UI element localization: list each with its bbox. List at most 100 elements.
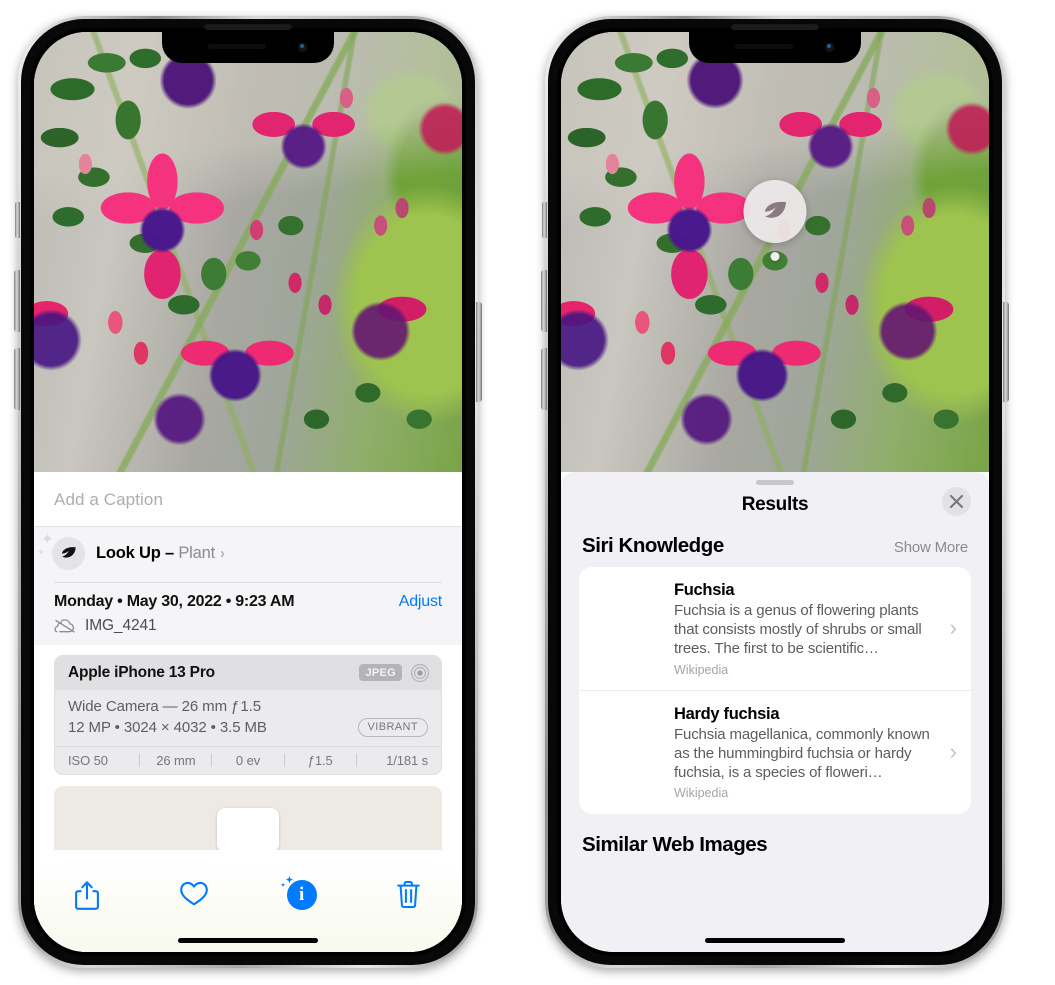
earpiece-icon — [208, 44, 266, 49]
capture-date: Monday • May 30, 2022 • 9:23 AM — [54, 592, 295, 610]
favorite-button[interactable] — [171, 880, 217, 907]
show-more-button[interactable]: Show More — [894, 539, 968, 556]
result-source: Wikipedia — [674, 786, 729, 801]
home-indicator[interactable] — [178, 938, 318, 943]
share-icon — [75, 881, 99, 910]
look-up-label: Look Up – Plant › — [96, 544, 225, 563]
look-up-dash: – — [160, 544, 179, 562]
phone-bezel: Add a Caption ✦ ✦ Look Up – Plant › Mond… — [21, 19, 475, 965]
photo-viewer[interactable] — [34, 32, 462, 472]
location-map[interactable] — [54, 785, 442, 850]
volume-up-button[interactable] — [14, 270, 20, 332]
exif-ev: 0 ev — [235, 752, 261, 768]
leaf-icon — [764, 201, 786, 218]
result-source: Wikipedia — [674, 662, 729, 677]
exif-header: Apple iPhone 13 Pro JPEG — [55, 655, 441, 690]
chevron-right-icon: › — [949, 615, 957, 641]
earpiece-icon — [735, 44, 793, 49]
web-image-tile[interactable] — [579, 866, 675, 944]
screen-left: Add a Caption ✦ ✦ Look Up – Plant › Mond… — [34, 32, 462, 952]
front-camera-icon — [297, 42, 308, 53]
camera-device: Apple iPhone 13 Pro — [68, 663, 215, 681]
aperture-icon — [410, 663, 430, 682]
divider — [54, 582, 442, 583]
exif-body: Wide Camera — 26 mm ƒ 1.5 12 MP • 3024 ×… — [55, 690, 441, 746]
phone-bezel: Results Siri Knowledge Show More Fuchsia… — [548, 19, 1002, 965]
caption-input[interactable]: Add a Caption — [34, 472, 462, 526]
exif-focal: 26 mm — [156, 752, 196, 768]
list-item[interactable]: Fuchsia Fuchsia is a genus of flowering … — [579, 567, 971, 690]
result-title: Hardy fuchsia — [674, 704, 780, 723]
map-photo-pin[interactable] — [217, 807, 279, 850]
volume-down-button[interactable] — [14, 348, 20, 410]
image-size-info: 12 MP • 3024 × 4032 • 3.5 MB — [68, 718, 267, 736]
lookup-anchor-dot — [770, 252, 780, 261]
similar-web-images-title: Similar Web Images — [582, 832, 768, 856]
siri-knowledge-card: Fuchsia Fuchsia is a genus of flowering … — [579, 567, 971, 814]
delete-button[interactable] — [386, 880, 432, 909]
photographic-style-badge: VIBRANT — [357, 717, 428, 737]
visual-lookup-badge[interactable] — [743, 180, 807, 261]
metadata-block: Monday • May 30, 2022 • 9:23 AM Adjust I… — [34, 582, 462, 645]
leaf-icon: ✦ ✦ — [37, 532, 85, 570]
sparkle-icon — [280, 876, 295, 891]
iphone-left: Add a Caption ✦ ✦ Look Up – Plant › Mond… — [14, 16, 482, 968]
web-image-tile[interactable] — [678, 866, 774, 944]
look-up-row[interactable]: ✦ ✦ Look Up – Plant › — [34, 526, 462, 582]
iphone-right: Results Siri Knowledge Show More Fuchsia… — [541, 16, 1009, 968]
heart-icon — [180, 881, 209, 906]
top-speaker-slot — [731, 23, 819, 30]
sparkle-small-icon: ✦ — [37, 547, 45, 557]
results-header: Results — [561, 485, 989, 530]
trash-icon — [397, 881, 421, 908]
close-icon — [949, 494, 964, 509]
web-image-tile[interactable] — [875, 866, 971, 944]
result-thumbnail — [595, 705, 661, 801]
power-button[interactable] — [1003, 302, 1009, 402]
siri-knowledge-title: Siri Knowledge — [582, 534, 724, 557]
photo-info-sheet: Add a Caption ✦ ✦ Look Up – Plant › Mond… — [34, 472, 462, 952]
exif-settings-row: ISO 50 26 mm 0 ev ƒ1.5 1/181 s — [55, 745, 441, 774]
look-up-category: Plant — [178, 544, 215, 562]
exif-iso: ISO 50 — [68, 752, 108, 768]
cloud-slash-icon — [54, 618, 75, 633]
results-title: Results — [741, 494, 809, 515]
exif-card[interactable]: Apple iPhone 13 Pro JPEG Wide Camera — 2… — [54, 654, 442, 775]
exif-shutter: 1/181 s — [386, 752, 429, 768]
sparkle-icon: ✦ — [41, 531, 54, 548]
adjust-button[interactable]: Adjust — [399, 593, 442, 611]
mute-switch[interactable] — [15, 202, 20, 238]
photo-viewer[interactable] — [561, 32, 989, 472]
similar-web-images-header: Similar Web Images — [561, 814, 989, 866]
format-badge: JPEG — [359, 664, 402, 681]
mute-switch[interactable] — [542, 202, 547, 238]
power-button[interactable] — [476, 302, 482, 402]
exif-aperture: ƒ1.5 — [307, 752, 333, 768]
result-description: Fuchsia magellanica, commonly known as t… — [674, 725, 930, 781]
share-button[interactable] — [64, 880, 110, 911]
results-sheet: Results Siri Knowledge Show More Fuchsia… — [561, 472, 989, 952]
screen-right: Results Siri Knowledge Show More Fuchsia… — [561, 32, 989, 952]
volume-down-button[interactable] — [541, 348, 547, 410]
notch — [162, 32, 334, 63]
filename: IMG_4241 — [85, 616, 157, 634]
list-item[interactable]: Hardy fuchsia Fuchsia magellanica, commo… — [579, 689, 971, 814]
siri-knowledge-header: Siri Knowledge Show More — [561, 530, 989, 567]
result-title: Fuchsia — [674, 581, 735, 599]
front-camera-icon — [824, 42, 835, 53]
chevron-right-icon: › — [219, 545, 225, 562]
chevron-right-icon: › — [949, 739, 957, 765]
screenshot-canvas: Add a Caption ✦ ✦ Look Up – Plant › Mond… — [0, 0, 1055, 985]
notch — [689, 32, 861, 63]
volume-up-button[interactable] — [541, 270, 547, 332]
top-speaker-slot — [204, 23, 292, 30]
close-button[interactable] — [942, 487, 971, 516]
look-up-title: Look Up — [96, 544, 161, 562]
lens-info: Wide Camera — 26 mm ƒ 1.5 — [68, 697, 261, 715]
similar-web-images-strip[interactable] — [561, 866, 989, 944]
home-indicator[interactable] — [705, 938, 845, 943]
info-button[interactable]: i — [279, 876, 325, 910]
result-description: Fuchsia is a genus of flowering plants t… — [674, 602, 922, 658]
result-thumbnail — [595, 581, 661, 631]
web-image-tile[interactable] — [777, 866, 873, 944]
